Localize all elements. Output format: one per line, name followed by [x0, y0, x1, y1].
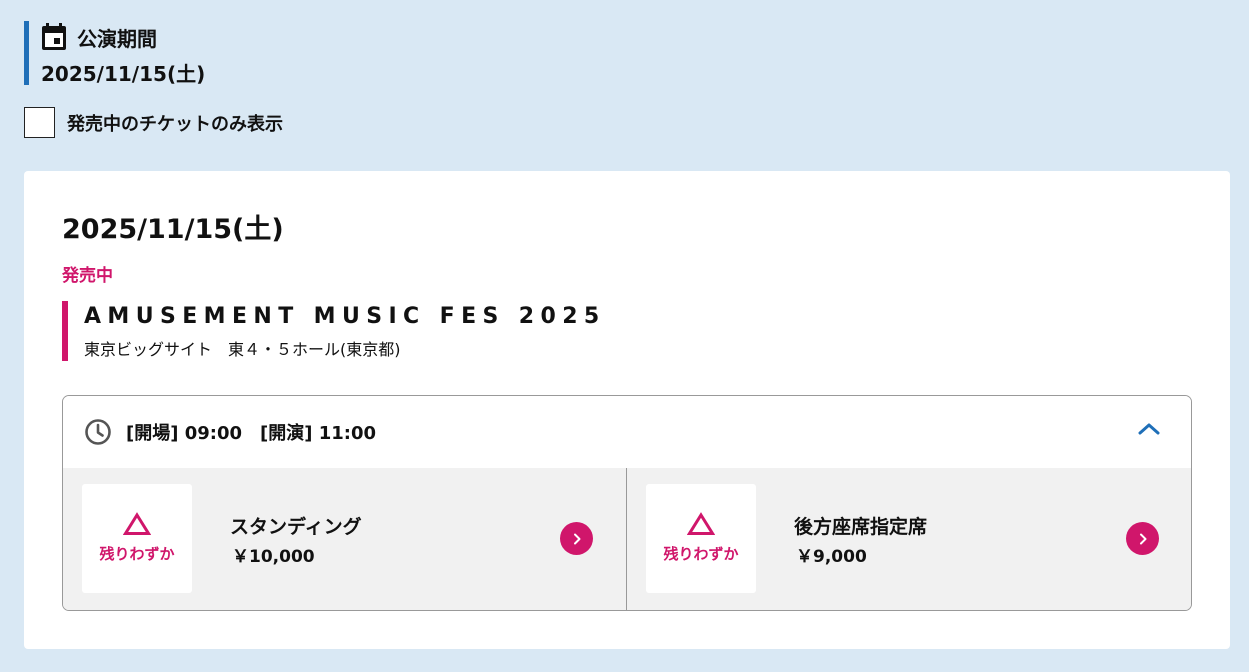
clock-icon: [85, 419, 111, 445]
performance-times: [開場] 09:00 [開演] 11:00: [126, 423, 377, 444]
ticket-link-button[interactable]: [1126, 522, 1159, 555]
period-title-row: 公演期間: [41, 21, 205, 53]
performance-period: 公演期間 2025/11/15(土): [24, 21, 206, 86]
triangle-icon: [687, 512, 715, 535]
on-sale-only-label[interactable]: 発売中のチケットのみ表示: [67, 110, 283, 136]
period-title: 公演期間: [77, 26, 157, 51]
ticket-price: ￥9,000: [796, 547, 867, 567]
event-title: AMUSEMENT MUSIC FES 2025: [84, 304, 606, 329]
performance-header[interactable]: [開場] 09:00 [開演] 11:00: [63, 396, 1191, 468]
performance-accordion: [開場] 09:00 [開演] 11:00 残りわずか スタンディング ￥10,…: [62, 395, 1192, 611]
calendar-icon: [41, 23, 67, 51]
on-sale-only-checkbox[interactable]: [24, 107, 55, 138]
chevron-right-icon: [573, 533, 580, 544]
event-date: 2025/11/15(土): [62, 214, 284, 245]
event-venue: 東京ビッグサイト 東４・５ホール(東京都): [84, 340, 401, 359]
availability-box: 残りわずか: [646, 484, 756, 593]
triangle-icon: [123, 512, 151, 535]
ticket-list: 残りわずか スタンディング ￥10,000 残りわずか 後方座席指定席 ￥9,0…: [63, 468, 1191, 610]
availability-label: 残りわずか: [663, 545, 739, 563]
ticket-price: ￥10,000: [232, 547, 315, 567]
event-card: 2025/11/15(土) 発売中 AMUSEMENT MUSIC FES 20…: [24, 171, 1230, 649]
chevron-right-icon: [1139, 533, 1146, 544]
ticket-name: 後方座席指定席: [794, 516, 928, 538]
availability-box: 残りわずか: [82, 484, 192, 593]
ticket-reserved-rear[interactable]: 残りわずか 後方座席指定席 ￥9,000: [627, 468, 1191, 610]
ticket-link-button[interactable]: [560, 522, 593, 555]
event-info: AMUSEMENT MUSIC FES 2025 東京ビッグサイト 東４・５ホー…: [62, 301, 606, 361]
availability-label: 残りわずか: [99, 545, 175, 563]
chevron-up-icon[interactable]: [1137, 420, 1161, 440]
period-date: 2025/11/15(土): [41, 62, 206, 86]
ticket-standing[interactable]: 残りわずか スタンディング ￥10,000: [63, 468, 627, 610]
on-sale-filter[interactable]: 発売中のチケットのみ表示: [24, 107, 283, 138]
sale-status-label: 発売中: [62, 266, 113, 286]
ticket-name: スタンディング: [230, 516, 362, 538]
